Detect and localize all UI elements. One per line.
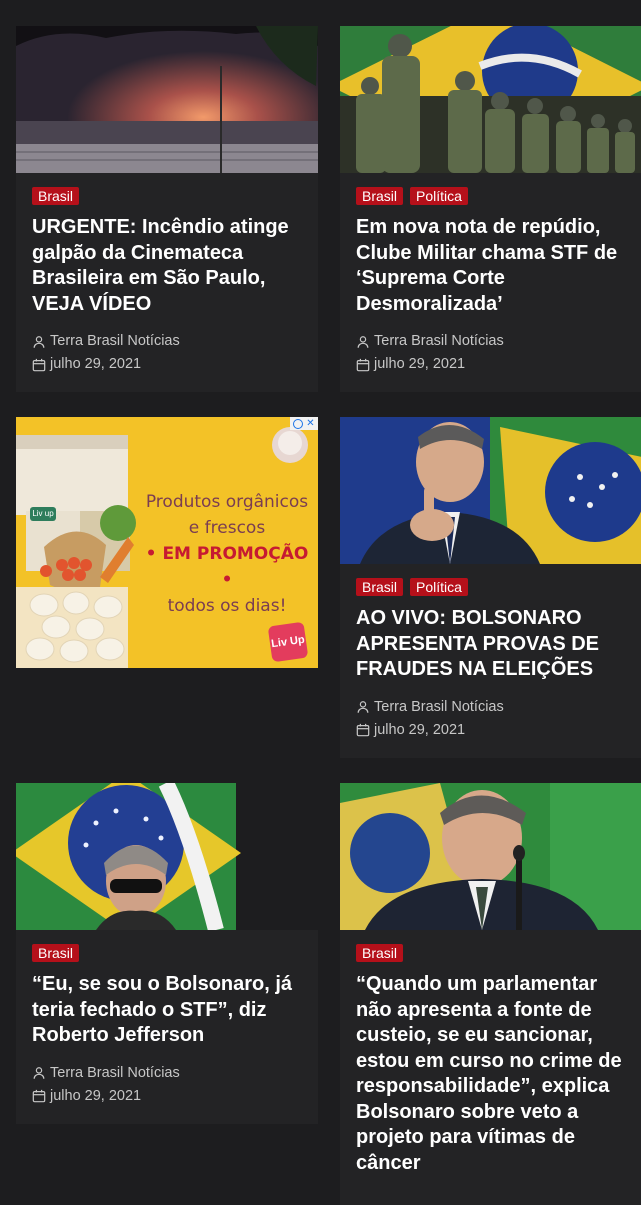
- article-date: julho 29, 2021: [356, 719, 626, 742]
- article-title[interactable]: Em nova nota de repúdio, Clube Militar c…: [356, 215, 626, 317]
- author-name[interactable]: Terra Brasil Notícias: [50, 330, 180, 353]
- article-author[interactable]: Terra Brasil Notícias: [356, 330, 626, 353]
- article-card[interactable]: Brasil Política AO VIVO: BOLSONARO APRES…: [340, 417, 641, 758]
- ad-line2: e frescos: [188, 518, 266, 538]
- ad-copy: Produtos orgânicos e frescos • EM PROMOÇ…: [142, 489, 312, 619]
- calendar-icon: [356, 358, 370, 371]
- date-text: julho 29, 2021: [374, 356, 466, 372]
- article-title[interactable]: URGENTE: Incêndio atinge galpão da Cinem…: [32, 215, 302, 317]
- calendar-icon: [32, 1089, 46, 1103]
- date-text: julho 29, 2021: [50, 356, 142, 372]
- article-card[interactable]: Brasil “Eu, se sou o Bolsonaro, já teria…: [16, 783, 318, 1124]
- user-icon: [357, 701, 369, 713]
- article-card[interactable]: Brasil “Quando um parlamentar não aprese…: [340, 783, 641, 1205]
- author-name[interactable]: Terra Brasil Notícias: [374, 696, 504, 719]
- ad-brand-logo: Liv Up: [267, 621, 309, 663]
- article-thumbnail-bolsonaro-live[interactable]: [340, 417, 641, 564]
- article-author[interactable]: Terra Brasil Notícias: [356, 696, 626, 719]
- advertisement-banner[interactable]: ✕ Produtos orgânicos e frescos • EM PROM…: [16, 417, 318, 668]
- article-author[interactable]: Terra Brasil Notícias: [32, 330, 302, 353]
- category-badge-politica[interactable]: Política: [410, 187, 468, 205]
- article-thumbnail-fire[interactable]: [16, 26, 318, 173]
- article-date: julho 29, 2021: [356, 353, 626, 376]
- info-icon: [293, 418, 304, 429]
- article-card[interactable]: Brasil URGENTE: Incêndio atinge galpão d…: [16, 26, 318, 392]
- category-badge-brasil[interactable]: Brasil: [356, 187, 404, 205]
- date-text: julho 29, 2021: [50, 1087, 142, 1104]
- ad-promo: • EM PROMOÇÃO •: [145, 544, 309, 590]
- ad-line3: todos os dias!: [167, 596, 287, 616]
- article-thumbnail-soldiers[interactable]: [340, 26, 641, 173]
- article-date: julho 29, 2021: [32, 353, 302, 376]
- article-date: julho 29, 2021: [32, 1085, 302, 1108]
- calendar-icon: [356, 723, 370, 737]
- ad-box-label: Liv up: [30, 507, 56, 521]
- category-badge-brasil[interactable]: Brasil: [356, 944, 404, 962]
- article-thumbnail-roberto-jefferson[interactable]: [16, 783, 318, 930]
- category-badge-politica[interactable]: Política: [410, 578, 468, 596]
- close-icon: ✕: [306, 417, 315, 429]
- user-icon: [33, 335, 45, 348]
- article-thumbnail-bolsonaro-microphone[interactable]: [340, 783, 641, 930]
- article-title[interactable]: AO VIVO: BOLSONARO APRESENTA PROVAS DE F…: [356, 606, 626, 683]
- author-name[interactable]: Terra Brasil Notícias: [374, 330, 504, 353]
- ad-line1: Produtos orgânicos: [145, 492, 309, 512]
- article-title[interactable]: “Quando um parlamentar não apresenta a f…: [356, 972, 626, 1176]
- article-author[interactable]: Terra Brasil Notícias: [32, 1062, 302, 1085]
- article-title[interactable]: “Eu, se sou o Bolsonaro, já teria fechad…: [32, 972, 302, 1049]
- user-icon: [357, 335, 369, 348]
- date-text: julho 29, 2021: [374, 721, 466, 738]
- user-icon: [33, 1067, 45, 1079]
- article-card[interactable]: Brasil Política Em nova nota de repúdio,…: [340, 26, 641, 392]
- category-badge-brasil[interactable]: Brasil: [32, 187, 80, 205]
- category-badge-brasil[interactable]: Brasil: [356, 578, 404, 596]
- category-badge-brasil[interactable]: Brasil: [32, 944, 80, 962]
- ad-close-button[interactable]: ✕: [290, 417, 318, 430]
- author-name[interactable]: Terra Brasil Notícias: [50, 1062, 180, 1085]
- calendar-icon: [32, 358, 46, 371]
